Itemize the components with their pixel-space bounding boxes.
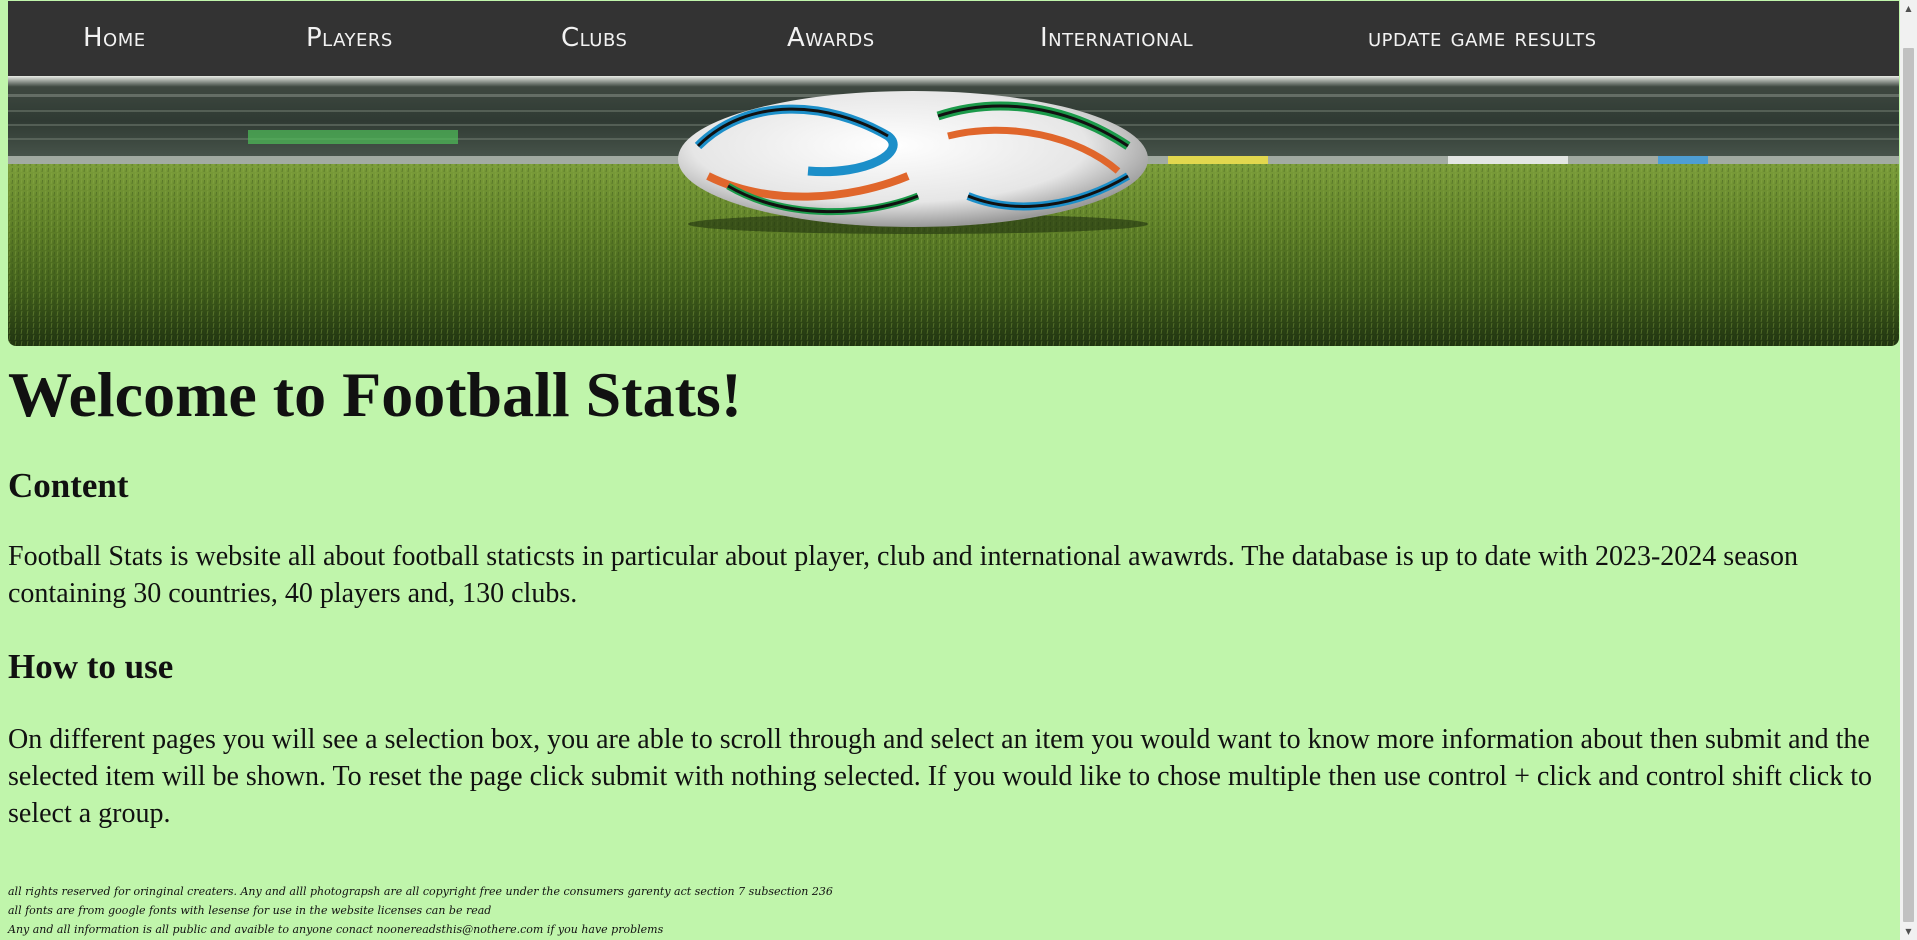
footer-line-rights: all rights reserved for oringinal create… <box>8 885 833 898</box>
nav-item-international[interactable]: International <box>1040 1 1193 76</box>
page: Home Players Clubs Awards International … <box>0 0 1917 940</box>
nav-item-players[interactable]: Players <box>306 1 393 76</box>
top-nav-bar: Home Players Clubs Awards International … <box>8 1 1899 76</box>
nav-item-awards[interactable]: Awards <box>787 1 875 76</box>
nav-item-update-game-results[interactable]: update game results <box>1368 1 1597 76</box>
scrollbar-thumb[interactable] <box>1903 48 1914 922</box>
footer: all rights reserved for oringinal create… <box>8 882 1208 939</box>
scroll-up-arrow-icon[interactable]: ▲ <box>1900 0 1917 17</box>
how-to-use-paragraph: On different pages you will see a select… <box>8 724 1872 829</box>
vertical-scrollbar[interactable]: ▲ ▼ <box>1900 0 1917 940</box>
nav-item-clubs[interactable]: Clubs <box>561 1 627 76</box>
hero-banner-image <box>8 76 1899 346</box>
nav-item-home[interactable]: Home <box>83 1 146 76</box>
football-on-pitch-image <box>8 76 1899 346</box>
page-title: Welcome to Football Stats! <box>8 359 743 430</box>
footer-line-contact: Any and all information is all public an… <box>8 923 664 936</box>
content-paragraph: Football Stats is website all about foot… <box>8 541 1798 609</box>
how-to-use-heading: How to use <box>8 647 174 686</box>
footer-line-fonts: all fonts are from google fonts with les… <box>8 904 492 917</box>
content-heading: Content <box>8 466 129 505</box>
main-content: Welcome to Football Stats! Content Footb… <box>8 346 1888 832</box>
scroll-down-arrow-icon[interactable]: ▼ <box>1900 923 1917 940</box>
